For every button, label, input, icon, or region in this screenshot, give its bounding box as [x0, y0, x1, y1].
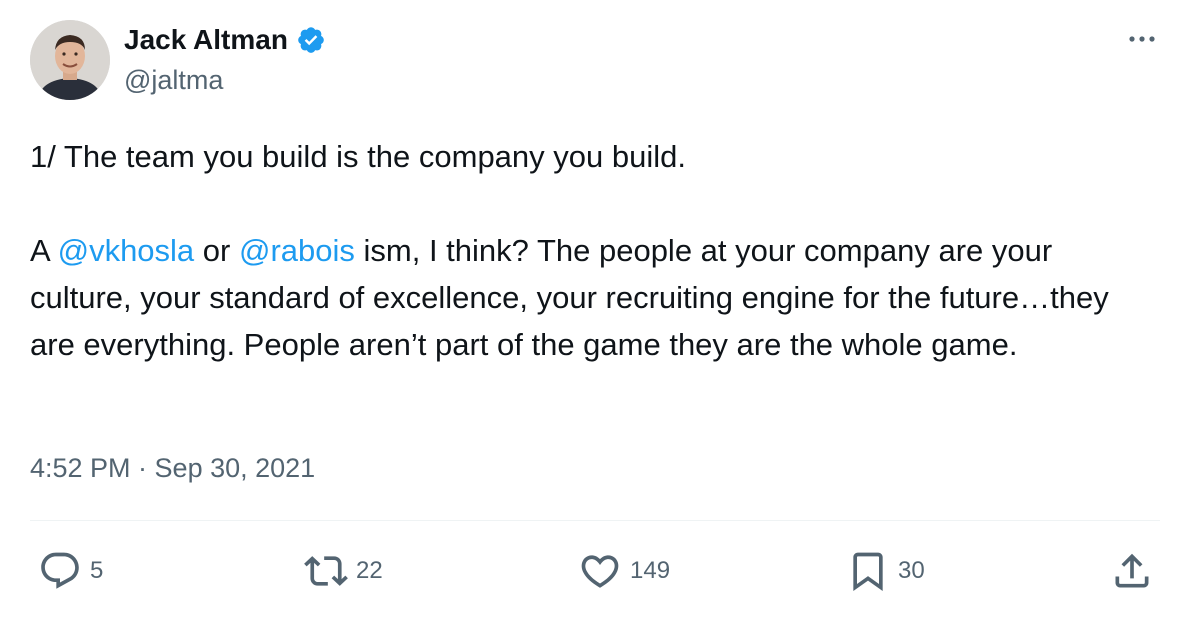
retweet-button[interactable]: 22	[304, 549, 383, 593]
bookmark-count: 30	[898, 557, 925, 584]
share-button[interactable]	[1110, 549, 1154, 593]
retweet-arrows-icon	[304, 556, 348, 586]
profile-photo-icon	[30, 20, 110, 100]
author-handle[interactable]: @jaltma	[124, 63, 223, 97]
reply-button[interactable]: 5	[38, 549, 103, 593]
mention-rabois-link[interactable]: @rabois	[239, 233, 355, 268]
tweet-line-1: 1/ The team you build is the company you…	[30, 139, 686, 174]
mention-vkhosla-link[interactable]: @vkhosla	[58, 233, 195, 268]
author-name[interactable]: Jack Altman	[124, 22, 288, 58]
share-upload-icon	[1115, 553, 1149, 588]
reply-count: 5	[90, 557, 104, 584]
avatar[interactable]	[30, 20, 110, 100]
speech-bubble-icon	[41, 552, 79, 589]
text-prefix: A	[30, 233, 58, 268]
timestamp[interactable]: 4:52 PM · Sep 30, 2021	[30, 449, 315, 487]
text-or: or	[194, 233, 239, 268]
bookmark-icon	[853, 552, 883, 592]
bookmark-button[interactable]: 30	[846, 549, 925, 593]
tweet-card: Jack Altman @jaltma 1/ The team you buil…	[0, 0, 1190, 622]
divider	[30, 520, 1160, 521]
author-name-row[interactable]: Jack Altman	[124, 22, 326, 58]
like-button[interactable]: 149	[578, 549, 670, 593]
more-dots-icon	[1129, 36, 1155, 42]
tweet-text: 1/ The team you build is the company you…	[30, 133, 1155, 368]
like-count: 149	[630, 557, 671, 584]
tweet-paragraph-2: A @vkhosla or @rabois ism, I think? The …	[30, 227, 1155, 368]
heart-icon	[581, 555, 619, 588]
more-button[interactable]	[1124, 26, 1160, 52]
verified-badge-icon	[296, 25, 326, 55]
retweet-count: 22	[356, 557, 383, 584]
